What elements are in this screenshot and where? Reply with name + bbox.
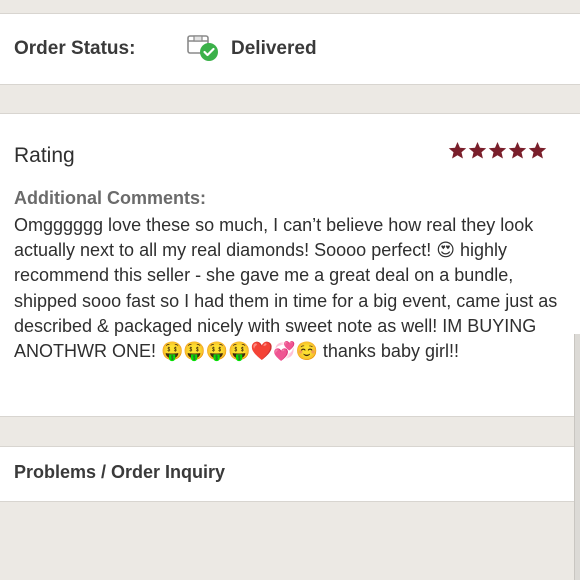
package-delivered-icon (187, 35, 218, 61)
order-status-card: Order Status: Delivered (0, 13, 580, 85)
problems-order-inquiry-link[interactable]: Problems / Order Inquiry (0, 446, 580, 502)
scrollbar[interactable] (574, 334, 580, 580)
order-status-label: Order Status: (14, 38, 136, 59)
star-icon (528, 141, 547, 159)
rating-label: Rating (14, 144, 75, 167)
star-icon (488, 141, 507, 159)
rating-card: Rating Additional Comments: Omgggggg lov… (0, 113, 580, 417)
additional-comments-label: Additional Comments: (14, 188, 206, 208)
star-icon (448, 141, 467, 159)
star-icon (468, 141, 487, 159)
problems-order-inquiry-label: Problems / Order Inquiry (14, 462, 226, 482)
order-status-value: Delivered (231, 38, 317, 59)
star-rating (448, 141, 547, 160)
additional-comments-text: Omgggggg love these so much, I can’t bel… (14, 215, 558, 362)
star-icon (508, 141, 527, 159)
